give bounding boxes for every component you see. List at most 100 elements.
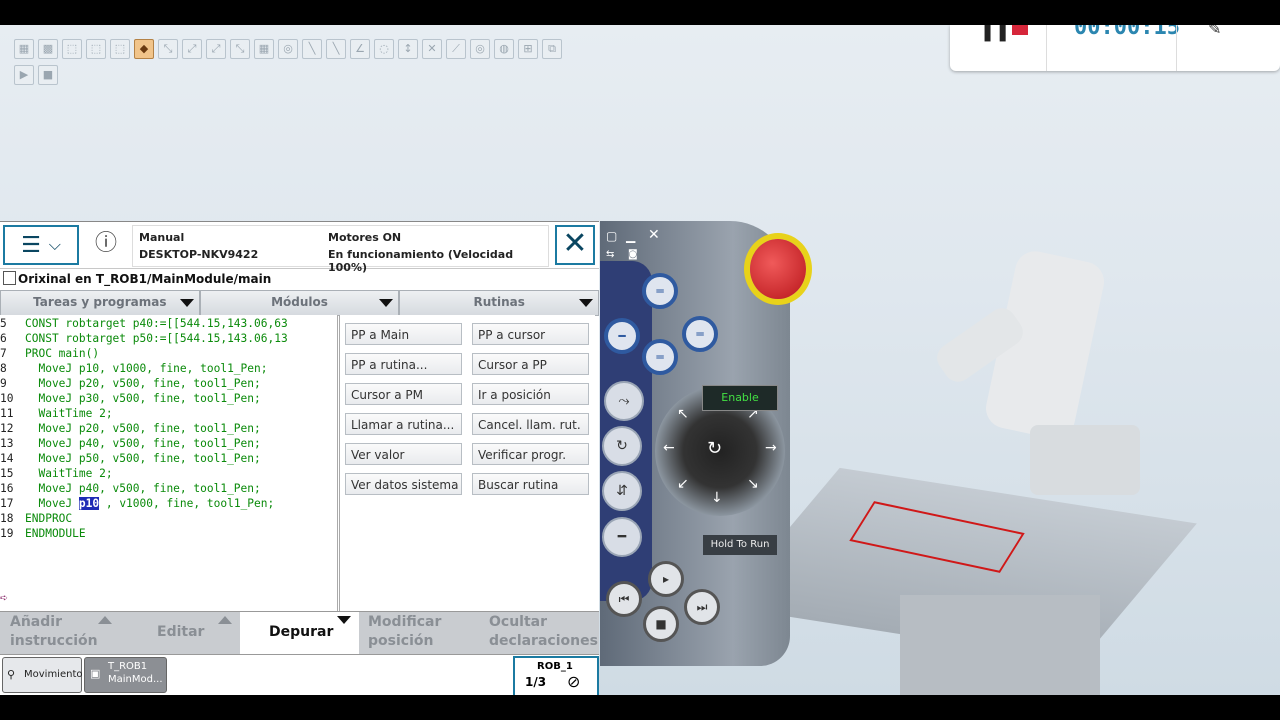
line-number: 15: [0, 467, 14, 480]
key-2-button[interactable]: ━: [604, 318, 640, 354]
event-log-icon[interactable]: ⓘ: [88, 226, 124, 262]
snap-center-icon[interactable]: ⤢: [182, 39, 202, 59]
flexpendant-window: ☰ ⌵ ⓘ Manual DESKTOP-NKV9422 Motores ON …: [0, 221, 675, 697]
hamburger-icon: ☰: [21, 232, 41, 258]
step-back-button[interactable]: ⏮: [606, 581, 642, 617]
tab-routines[interactable]: Rutinas: [399, 290, 600, 316]
snap-mid-icon[interactable]: ⤢: [206, 39, 226, 59]
increment-fraction: 1/3: [525, 675, 547, 689]
select-unit-button[interactable]: ⤳: [604, 381, 644, 421]
program-task-button[interactable]: ▣ T_ROB1 MainMod...: [84, 657, 167, 693]
abb-menu-button[interactable]: ☰ ⌵: [3, 225, 79, 265]
copy-icon[interactable]: ⧉: [542, 39, 562, 59]
select-face-icon[interactable]: ⬚: [110, 39, 130, 59]
view-toolbar: ▦ ▩ ⬚ ⬚ ⬚ ◆ ⤡ ⤢ ⤢ ⤡ ▦ ◎ ╲ ╲ ∠ ◌ ↕ ✕ ⟋ ◎ …: [14, 39, 562, 59]
key-4-button[interactable]: ═: [642, 339, 678, 375]
distance-icon[interactable]: ↕: [398, 39, 418, 59]
arrow-down-icon: [337, 616, 351, 624]
measure-icon[interactable]: ╲: [326, 39, 346, 59]
stop-record-icon[interactable]: [1012, 25, 1028, 35]
hide-declarations-button[interactable]: Ocultar declaraciones: [480, 612, 599, 654]
jog-task-button[interactable]: ⚲ Movimiento: [2, 657, 83, 693]
minimize-icon[interactable]: ▁: [626, 229, 635, 243]
enable-button[interactable]: Enable: [702, 385, 778, 411]
circle-measure-icon[interactable]: ◎: [470, 39, 490, 59]
line-number: 7: [0, 347, 7, 360]
debug-menu-item[interactable]: Ver valor: [345, 443, 462, 465]
snap-point-icon[interactable]: ◍: [494, 39, 514, 59]
point-icon[interactable]: ✕: [422, 39, 442, 59]
debug-menu-item[interactable]: Llamar a rutina...: [345, 413, 462, 435]
step-forward-button[interactable]: ⏭: [684, 589, 720, 625]
debug-menu-item[interactable]: Ir a posición: [472, 383, 589, 405]
debug-menu-item[interactable]: Buscar rutina: [472, 473, 589, 495]
code-text: CONST robtarget p40:=[[544.15,143.06,63: [25, 317, 288, 330]
user-icon: ⚲: [7, 668, 16, 681]
select-body-icon[interactable]: ⬚: [86, 39, 106, 59]
view-toolbar-2: ▶ ■: [14, 65, 58, 85]
close-icon[interactable]: ✕: [648, 227, 660, 243]
snap-grid-icon[interactable]: ▦: [254, 39, 274, 59]
debug-menu-item[interactable]: Cursor a PM: [345, 383, 462, 405]
pen-icon[interactable]: ✎: [1208, 25, 1221, 38]
debug-menu-item[interactable]: Cursor a PP: [472, 353, 589, 375]
arrow-up-icon: [98, 616, 112, 624]
emergency-stop-button[interactable]: [750, 239, 806, 299]
hold-to-run-button[interactable]: Hold To Run: [703, 535, 777, 555]
debug-menu-item[interactable]: Verificar progr.: [472, 443, 589, 465]
stop-icon[interactable]: ■: [38, 65, 58, 85]
snap-edge-icon[interactable]: ⤡: [158, 39, 178, 59]
circle-icon[interactable]: ◎: [278, 39, 298, 59]
key-1-button[interactable]: ═: [642, 273, 678, 309]
step-button[interactable]: ▸: [648, 561, 684, 597]
debug-button[interactable]: Depurar: [240, 612, 359, 654]
recording-time: 00:00:15: [1074, 25, 1180, 40]
tab-label: Rutinas: [473, 295, 525, 309]
dropdown-arrow-icon: [579, 299, 594, 307]
view-icon[interactable]: ▦: [14, 39, 34, 59]
ruler-icon[interactable]: ⟋: [446, 39, 466, 59]
quickset-button[interactable]: ROB_1 1/3 ⊘: [513, 656, 599, 697]
program-pointer-icon: ➪: [0, 591, 8, 606]
tab-tasks[interactable]: Tareas y programas: [0, 290, 200, 316]
bottom-command-bar: Añadir instrucción Editar Depurar Modifi…: [0, 611, 599, 654]
line-number: 17: [0, 497, 14, 510]
code-fragment: MoveJ: [25, 497, 79, 510]
edit-button[interactable]: Editar: [120, 612, 240, 654]
toggle-button[interactable]: ━: [602, 517, 642, 557]
add-instruction-button[interactable]: Añadir instrucción: [0, 612, 120, 654]
button-label: instrucción: [10, 633, 98, 649]
angle-icon[interactable]: ∠: [350, 39, 370, 59]
debug-menu-item[interactable]: PP a rutina...: [345, 353, 462, 375]
camera-icon[interactable]: ◙: [628, 249, 638, 260]
line-icon[interactable]: ╲: [302, 39, 322, 59]
play-icon[interactable]: ▶: [14, 65, 34, 85]
tab-modules[interactable]: Módulos: [199, 290, 400, 316]
close-button[interactable]: ✕: [555, 225, 595, 265]
select-icon[interactable]: ⬚: [62, 39, 82, 59]
grid-icon[interactable]: ▩: [38, 39, 58, 59]
increment-button[interactable]: ⇵: [602, 471, 642, 511]
debug-menu-item[interactable]: PP a cursor: [472, 323, 589, 345]
selected-argument[interactable]: p10: [78, 497, 100, 510]
code-editor[interactable]: ➪ 5 CONST robtarget p40:=[[544.15,143.06,…: [0, 315, 338, 611]
frame-icon[interactable]: ⊞: [518, 39, 538, 59]
window-icon[interactable]: ▢: [606, 229, 617, 243]
dropdown-arrow-icon: [179, 299, 194, 307]
pause-icon[interactable]: ❚❚: [980, 25, 1010, 42]
code-text: ENDMODULE: [25, 527, 86, 540]
diameter-icon[interactable]: ◌: [374, 39, 394, 59]
debug-menu-item[interactable]: Cancel. llam. rut.: [472, 413, 589, 435]
status-bar[interactable]: Manual DESKTOP-NKV9422 Motores ON En fun…: [132, 225, 675, 274]
motion-mode-button[interactable]: ↻: [602, 426, 642, 466]
snap-end-icon[interactable]: ⤡: [230, 39, 250, 59]
code-text: MoveJ p20, v500, fine, tool1_Pen;: [25, 377, 261, 390]
modify-position-button[interactable]: Modificar posición: [360, 612, 480, 654]
debug-menu-item[interactable]: Ver datos sistema: [345, 473, 462, 495]
snap-object-icon[interactable]: ◆: [134, 39, 154, 59]
debug-menu-item[interactable]: PP a Main: [345, 323, 462, 345]
key-3-button[interactable]: ═: [682, 316, 718, 352]
button-label: declaraciones: [489, 633, 598, 649]
swap-icon[interactable]: ⇆: [606, 249, 614, 260]
stop-button[interactable]: ■: [643, 606, 679, 642]
